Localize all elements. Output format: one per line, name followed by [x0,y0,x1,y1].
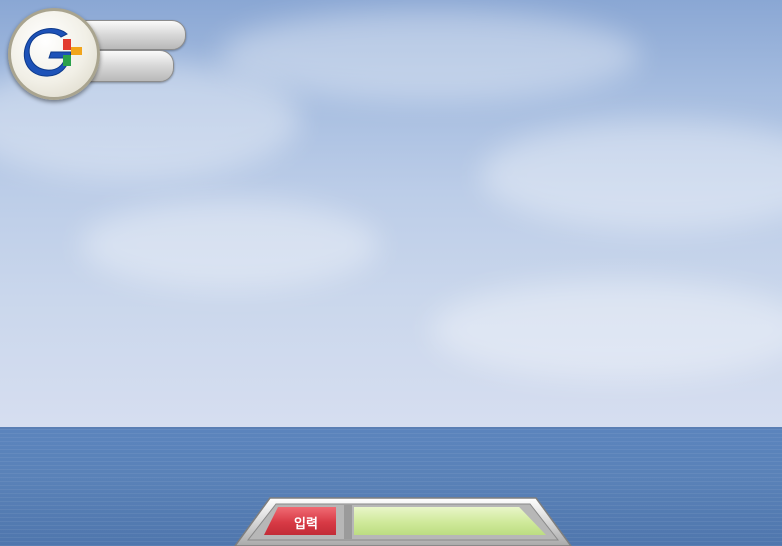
logo-widget [6,6,188,100]
g-plus-logo-icon [23,28,82,77]
logo-badge[interactable] [8,8,100,100]
input-button-label: 입력 [294,517,318,532]
input-bar: 입력 [234,497,572,546]
text-input-field[interactable] [354,507,546,535]
